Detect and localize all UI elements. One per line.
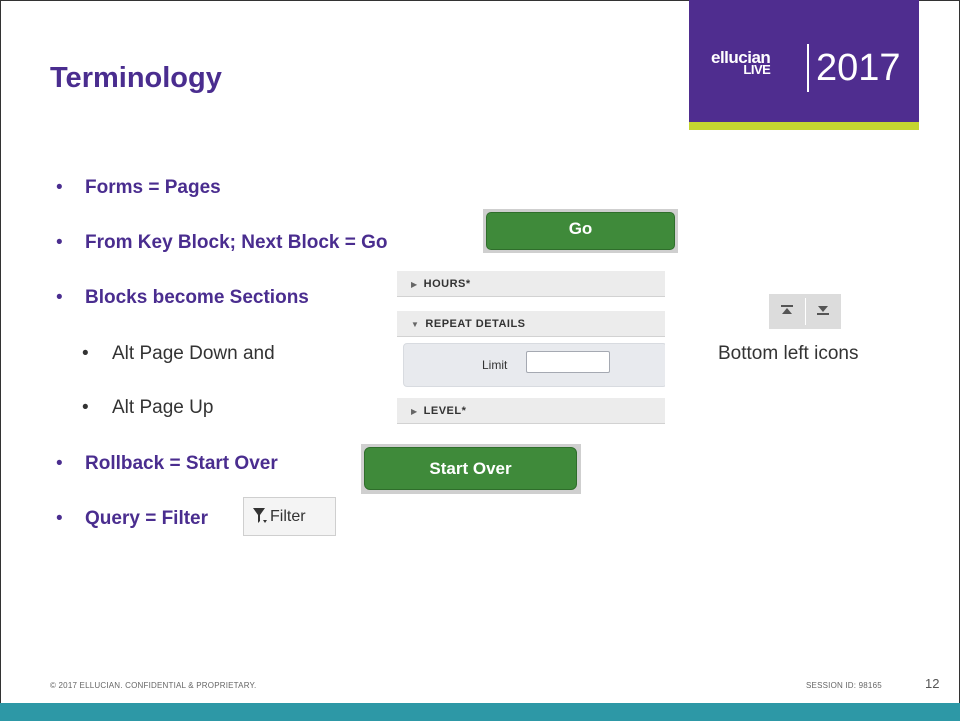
- section-header-label: HOURS: [423, 278, 466, 290]
- bottom-icons-label: Bottom left icons: [718, 343, 859, 364]
- required-marker: *: [461, 405, 467, 417]
- collapsed-arrow-icon: ▶: [411, 407, 418, 416]
- filter-icon: [253, 508, 267, 523]
- bullet-text: Forms = Pages: [85, 177, 221, 198]
- jump-to-bottom-icon[interactable]: [809, 301, 837, 323]
- logo-divider: [807, 44, 809, 92]
- section-header-repeat-details[interactable]: ▼ REPEAT DETAILS: [397, 311, 665, 337]
- go-button[interactable]: Go: [486, 212, 675, 250]
- bullet-text: Query = Filter: [85, 508, 209, 529]
- section-body-repeat-details: Limit: [403, 343, 665, 387]
- section-header-label: LEVEL: [423, 405, 462, 417]
- logo-brand: ellucian LIVE: [711, 49, 771, 76]
- sections-panel-screenshot: ▶ HOURS* ▼ REPEAT DETAILS Limit ▶ LEVEL*: [397, 271, 665, 430]
- sub-bullet-text: Alt Page Up: [112, 397, 214, 418]
- bullet-marker: •: [56, 508, 63, 529]
- collapsed-arrow-icon: ▶: [411, 280, 418, 289]
- start-over-button[interactable]: Start Over: [364, 447, 577, 490]
- filter-button[interactable]: Filter: [243, 497, 336, 536]
- bullet-text: Rollback = Start Over: [85, 453, 278, 474]
- sub-bullet-marker: •: [82, 343, 89, 364]
- limit-label: Limit: [482, 358, 508, 372]
- bullet-marker: •: [56, 287, 63, 308]
- bullet-marker: •: [56, 453, 63, 474]
- footer-session-id: SESSION ID: 98165: [806, 681, 882, 690]
- limit-input[interactable]: [526, 351, 610, 373]
- sub-bullet-marker: •: [82, 397, 89, 418]
- expanded-arrow-icon: ▼: [411, 320, 420, 329]
- icon-separator: [805, 298, 806, 325]
- jump-to-top-icon[interactable]: [773, 301, 801, 323]
- bullet-marker: •: [56, 232, 63, 253]
- slide-title: Terminology: [50, 62, 222, 94]
- bullet-text: Blocks become Sections: [85, 287, 309, 308]
- logo-year: 2017: [816, 47, 901, 89]
- logo-stripe: [689, 122, 919, 130]
- bullet-marker: •: [56, 177, 63, 198]
- bullet-text: From Key Block; Next Block = Go: [85, 232, 388, 253]
- required-marker: *: [465, 278, 471, 290]
- footer-copyright: © 2017 ELLUCIAN. CONFIDENTIAL & PROPRIET…: [50, 681, 257, 690]
- slide: Terminology ellucian LIVE 2017 • Forms =…: [0, 0, 960, 721]
- section-header-label: REPEAT DETAILS: [425, 318, 526, 330]
- footer-bar: [0, 703, 960, 721]
- go-button-screenshot: Go: [483, 209, 678, 253]
- section-header-level[interactable]: ▶ LEVEL*: [397, 398, 665, 424]
- ellucian-live-logo: ellucian LIVE 2017: [689, 0, 919, 122]
- footer-page-number: 12: [925, 676, 940, 691]
- section-header-hours[interactable]: ▶ HOURS*: [397, 271, 665, 297]
- sub-bullet-text: Alt Page Down and: [112, 343, 275, 364]
- filter-button-label: Filter: [270, 508, 306, 525]
- start-over-button-screenshot: Start Over: [361, 444, 581, 494]
- section-nav-icons: [769, 294, 841, 329]
